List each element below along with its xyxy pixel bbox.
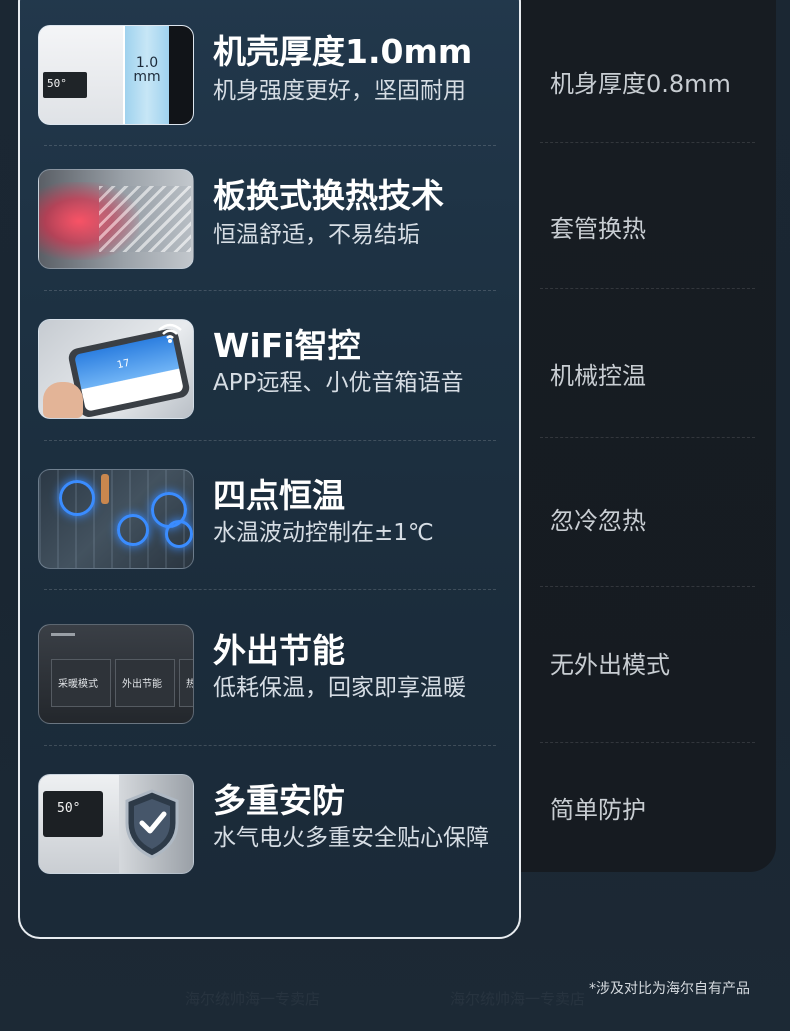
footnote: *涉及对比为海尔自有产品 — [589, 981, 750, 997]
feature-title: 板换式换热技术 — [213, 176, 444, 215]
heat-exchanger-thumbnail — [38, 169, 194, 269]
display-panel: 50° — [43, 72, 87, 98]
wifi-icon — [158, 323, 182, 343]
thumb-edge — [169, 26, 193, 124]
comparison-item: 忽冷忽热 — [550, 507, 646, 535]
divider — [540, 142, 755, 143]
divider — [540, 742, 755, 743]
mode-button: 热 — [179, 659, 193, 707]
feature-heat-exchange: 板换式换热技术 恒温舒适，不易结垢 — [20, 169, 519, 309]
comparison-item: 简单防护 — [550, 796, 646, 824]
divider — [44, 290, 496, 291]
feature-subtitle: 机身强度更好，坚固耐用 — [213, 78, 466, 104]
mode-button-label: 采暖模式 — [58, 679, 98, 690]
feature-casing: 50° 1.0 mm 机壳厚度1.0mm 机身强度更好，坚固耐用 — [20, 25, 519, 165]
safety-thumbnail: 50° — [38, 774, 194, 874]
copper-pipe — [101, 474, 109, 504]
mode-button: 采暖模式 — [51, 659, 111, 707]
sensor-ring — [59, 480, 95, 516]
comparison-item: 机械控温 — [550, 362, 646, 390]
comparison-item: 无外出模式 — [550, 651, 670, 679]
plate-fins — [99, 186, 191, 252]
comparison-item: 机身厚度0.8mm — [550, 70, 731, 98]
feature-title: 机壳厚度1.0mm — [213, 32, 473, 71]
feature-subtitle: APP远程、小优音箱语音 — [213, 370, 464, 396]
display-readout: 50° — [47, 77, 67, 90]
wifi-thumbnail: 17 — [38, 319, 194, 419]
mode-button: 外出节能 — [115, 659, 175, 707]
feature-card: 50° 1.0 mm 机壳厚度1.0mm 机身强度更好，坚固耐用 板换式换热技术… — [18, 0, 521, 939]
shield-icon — [125, 789, 179, 859]
comparison-panel: 机身厚度0.8mm 套管换热 机械控温 忽冷忽热 无外出模式 简单防护 — [500, 0, 776, 872]
control-panel-thumbnail: 采暖模式 外出节能 热 — [38, 624, 194, 724]
hand — [43, 382, 83, 418]
feature-energy-saving: 采暖模式 外出节能 热 外出节能 低耗保温，回家即享温暖 — [20, 624, 519, 764]
display-panel: 50° — [43, 791, 103, 837]
feature-subtitle: 水温波动控制在±1℃ — [213, 520, 434, 546]
thickness-band: 1.0 mm — [123, 26, 171, 124]
feature-constant-temp: 四点恒温 水温波动控制在±1℃ — [20, 469, 519, 609]
feature-safety: 50° 多重安防 水气电火多重安全贴心保障 — [20, 774, 519, 914]
watermark-text: 海尔统帅海一专卖店 — [450, 990, 586, 1008]
thickness-label: 1.0 mm — [133, 55, 161, 85]
feature-subtitle: 低耗保温，回家即享温暖 — [213, 675, 466, 701]
display-readout: 50° — [57, 801, 81, 816]
divider — [540, 288, 755, 289]
mode-button-label: 外出节能 — [122, 679, 162, 690]
sensor-ring — [117, 514, 149, 546]
casing-thumbnail: 50° 1.0 mm — [38, 25, 194, 125]
feature-subtitle: 水气电火多重安全贴心保障 — [213, 825, 489, 851]
phone-screen: 17 — [74, 334, 184, 412]
indicator-bar — [51, 633, 75, 636]
divider — [44, 440, 496, 441]
feature-subtitle: 恒温舒适，不易结垢 — [213, 222, 420, 248]
divider — [540, 586, 755, 587]
sensor-ring — [165, 520, 193, 548]
divider — [44, 745, 496, 746]
screen-temperature: 17 — [116, 357, 131, 372]
feature-title: 外出节能 — [213, 631, 345, 670]
feature-title: 多重安防 — [213, 781, 345, 820]
divider — [44, 145, 496, 146]
comparison-item: 套管换热 — [550, 215, 646, 243]
feature-wifi: 17 WiFi智控 APP远程、小优音箱语音 — [20, 319, 519, 459]
divider — [44, 589, 496, 590]
feature-title: 四点恒温 — [213, 476, 345, 515]
watermark-text: 海尔统帅海一专卖店 — [185, 990, 321, 1008]
feature-title: WiFi智控 — [213, 326, 361, 365]
divider — [540, 437, 755, 438]
mode-button-label: 热 — [186, 675, 193, 690]
sensor-thumbnail — [38, 469, 194, 569]
